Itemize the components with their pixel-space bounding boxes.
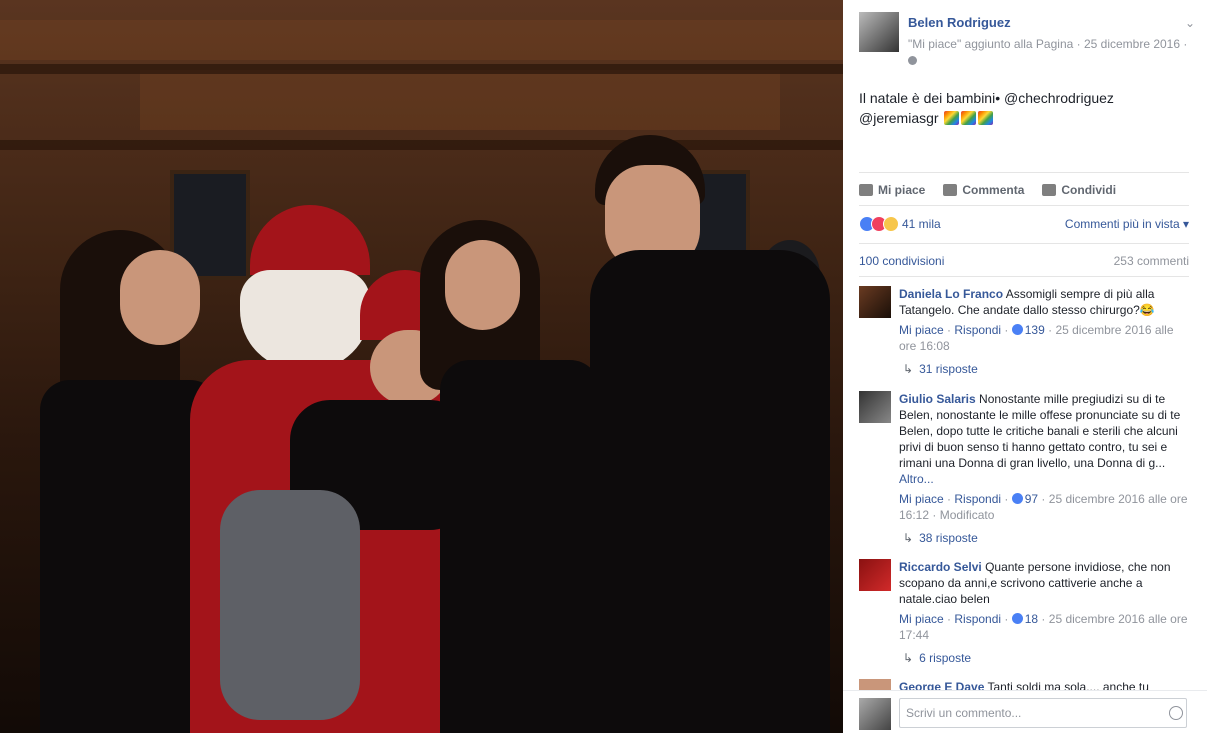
child-legs xyxy=(220,490,360,720)
person-man-body xyxy=(590,250,830,733)
comment-author[interactable]: Giulio Salaris xyxy=(899,392,976,406)
comment-text: Tanti soldi ma sola.... anche tu xyxy=(987,680,1149,690)
globe-icon xyxy=(908,56,917,65)
comment-meta: Mi piace · Rispondi · 18 · 25 dicembre 2… xyxy=(899,612,1188,642)
comment-reply-link[interactable]: Rispondi xyxy=(954,323,1001,337)
comment-like-count[interactable]: 139 xyxy=(1025,323,1045,337)
replies-label: 6 risposte xyxy=(919,651,972,665)
comment-body: Daniela Lo Franco Assomigli sempre di pi… xyxy=(899,286,1189,354)
comment-input[interactable] xyxy=(899,698,1187,728)
reply-arrow-icon: ↳ xyxy=(903,362,914,376)
view-replies-link[interactable]: ↳ 31 risposte xyxy=(903,362,978,376)
reply-arrow-icon: ↳ xyxy=(903,531,914,545)
shares-count[interactable]: 100 condivisioni xyxy=(859,254,944,268)
replies-label: 31 risposte xyxy=(919,362,978,376)
comment-icon xyxy=(943,184,958,196)
comment: George E Dave Tanti soldi ma sola.... an… xyxy=(859,679,1189,690)
comment-reply-link[interactable]: Rispondi xyxy=(954,612,1001,626)
santa-beard xyxy=(240,270,370,370)
avatar[interactable] xyxy=(859,391,891,423)
divider xyxy=(859,276,1189,277)
post-header: Belen Rodriguez "Mi piace" aggiunto alla… xyxy=(859,12,1199,68)
wood-beam xyxy=(0,140,843,150)
comment-meta: Mi piace · Rispondi · 139 · 25 dicembre … xyxy=(899,323,1174,353)
comment-like-link[interactable]: Mi piace xyxy=(899,323,944,337)
emoji-smile-icon[interactable] xyxy=(1169,706,1183,720)
divider xyxy=(859,172,1189,173)
reactions-row: 41 mila Commenti più in vista ▾ xyxy=(859,216,1189,234)
comment-label: Commenta xyxy=(962,183,1025,197)
replies-label: 38 risposte xyxy=(919,531,978,545)
share-icon xyxy=(1042,184,1057,196)
comment-composer xyxy=(843,690,1207,733)
comment-like-count[interactable]: 18 xyxy=(1025,612,1038,626)
post-author[interactable]: Belen Rodriguez xyxy=(908,15,1011,30)
comment-body: George E Dave Tanti soldi ma sola.... an… xyxy=(899,679,1189,690)
comments-count[interactable]: 253 commenti xyxy=(1114,254,1189,268)
reaction-count[interactable]: 41 mila xyxy=(902,217,941,231)
like-button[interactable]: Mi piace xyxy=(859,181,925,199)
comment-author[interactable]: Riccardo Selvi xyxy=(899,560,982,574)
see-more-link[interactable]: Altro... xyxy=(899,472,934,486)
share-label: Condividi xyxy=(1061,183,1117,197)
comment-sort-dropdown[interactable]: Commenti più in vista ▾ xyxy=(1065,217,1189,231)
share-button[interactable]: Condividi xyxy=(1042,181,1116,199)
post-meta: "Mi piace" aggiunto alla Pagina · 25 dic… xyxy=(908,37,1188,51)
comment-sort-label: Commenti più in vista xyxy=(1064,217,1180,231)
like-count-icon xyxy=(1011,493,1023,504)
like-count-icon xyxy=(1011,324,1023,335)
wood-beam xyxy=(0,64,843,74)
view-replies-link[interactable]: ↳ 38 risposte xyxy=(903,531,978,545)
view-replies-link[interactable]: ↳ 6 risposte xyxy=(903,651,971,665)
like-label: Mi piace xyxy=(878,183,926,197)
post-text: Il natale è dei bambini• @chechrodriguez… xyxy=(859,88,1189,128)
thumbs-up-icon xyxy=(859,184,873,196)
rainbow-emoji-icon xyxy=(961,111,977,125)
page-avatar[interactable] xyxy=(859,12,899,52)
comment-author[interactable]: George E Dave xyxy=(899,680,984,690)
wood-wall xyxy=(140,70,780,130)
comment-body: Riccardo Selvi Quante persone invidiose,… xyxy=(899,559,1189,643)
comment-button[interactable]: Commenta xyxy=(943,181,1024,199)
divider xyxy=(859,205,1189,206)
post-actions: Mi piace Commenta Condividi xyxy=(859,181,1189,199)
comment-body: Giulio Salaris Nonostante mille pregiudi… xyxy=(899,391,1189,523)
comment-author[interactable]: Daniela Lo Franco xyxy=(899,287,1003,301)
post-photo[interactable] xyxy=(0,0,843,733)
like-count-icon xyxy=(1011,613,1023,624)
rainbow-emoji-icon xyxy=(978,111,994,125)
comment-reply-link[interactable]: Rispondi xyxy=(954,492,1001,506)
wow-reaction-icon xyxy=(883,216,899,232)
post-sidebar: Belen Rodriguez "Mi piace" aggiunto alla… xyxy=(843,0,1207,733)
person-woman-right-face xyxy=(445,240,520,330)
comment-like-count[interactable]: 97 xyxy=(1025,492,1038,506)
avatar[interactable] xyxy=(859,286,891,318)
divider xyxy=(859,243,1189,244)
avatar[interactable] xyxy=(859,559,891,591)
santa-hat xyxy=(250,205,370,275)
avatar[interactable] xyxy=(859,698,891,730)
wood-ceiling xyxy=(0,20,843,60)
chevron-down-icon[interactable]: ⌄ xyxy=(1185,16,1195,30)
person-woman-left-face xyxy=(120,250,200,345)
person-woman-right-body xyxy=(440,360,600,733)
rainbow-emoji-icon xyxy=(944,111,960,125)
comment-like-link[interactable]: Mi piace xyxy=(899,492,944,506)
comment-meta: Mi piace · Rispondi · 97 · 25 dicembre 2… xyxy=(899,492,1188,522)
avatar[interactable] xyxy=(859,679,891,690)
comment-like-link[interactable]: Mi piace xyxy=(899,612,944,626)
reply-arrow-icon: ↳ xyxy=(903,651,914,665)
